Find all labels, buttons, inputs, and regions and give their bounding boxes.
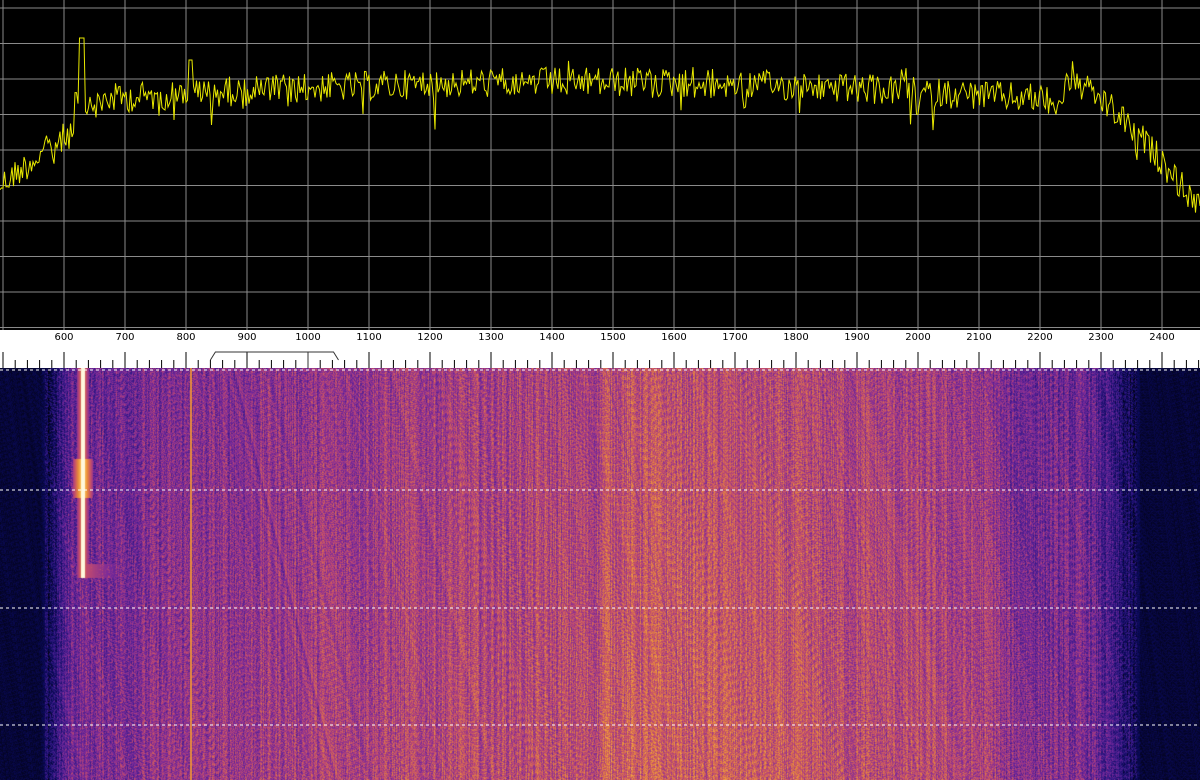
frequency-tick-label: 1300 [478,332,503,343]
frequency-tick-label: 1400 [539,332,564,343]
frequency-tick-label: 600 [54,332,73,343]
tick-labels: 600 700 800 900 1000 1100 1200 1300 1400 1500 1600… [54,332,1174,343]
frequency-tick-label: 2100 [966,332,991,343]
frequency-tick-label: 700 [115,332,134,343]
frequency-tick-label: 1900 [844,332,869,343]
frequency-scale[interactable]: 600 700 800 900 1000 1100 1200 1300 1400 1500 1600… [0,330,1200,368]
frequency-tick-label: 1700 [722,332,747,343]
frequency-tick-label: 1800 [783,332,808,343]
frequency-tick-label: 1100 [356,332,381,343]
frequency-tick-label: 2300 [1088,332,1113,343]
frequency-tick-label: 1000 [295,332,320,343]
frequency-tick-label: 1600 [661,332,686,343]
filter-passband-bracket[interactable] [209,351,339,361]
frequency-tick-label: 2400 [1149,332,1174,343]
spectrum-plot [0,0,1200,330]
frequency-tick-label: 2200 [1027,332,1052,343]
spectrum-trace [0,37,1200,213]
waterfall-overlay [0,369,1200,726]
waterfall-panel[interactable] [0,368,1200,780]
frequency-ruler: 600 700 800 900 1000 1100 1200 1300 1400 1500 1600… [2,332,1200,368]
tick-marks [2,352,1200,368]
spectrum-panel[interactable] [0,0,1200,330]
frequency-tick-label: 2000 [905,332,930,343]
frequency-tick-label: 900 [237,332,256,343]
sdr-display: 600 700 800 900 1000 1100 1200 1300 1400 1500 1600… [0,0,1200,780]
spectrum-grid [0,0,1200,330]
frequency-tick-label: 1200 [417,332,442,343]
frequency-tick-label: 1500 [600,332,625,343]
frequency-tick-label: 800 [176,332,195,343]
time-dividers [0,369,1200,726]
